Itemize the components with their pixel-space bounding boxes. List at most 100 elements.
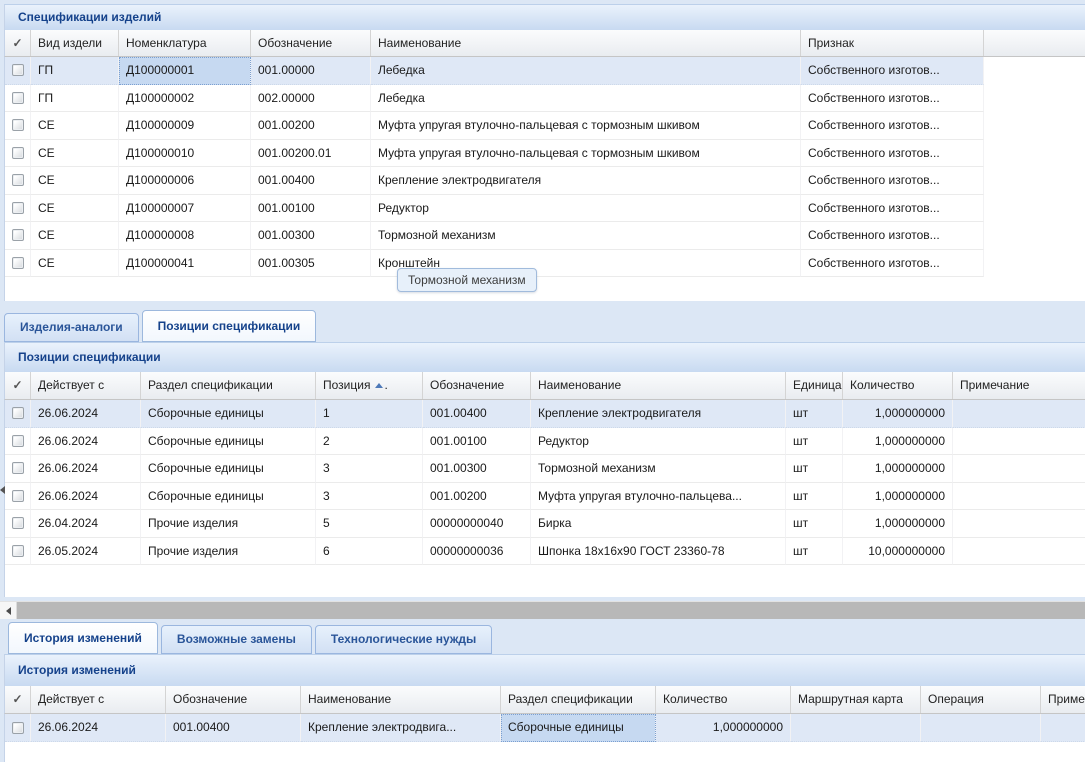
grid-cell[interactable]: 001.00300 xyxy=(251,222,371,250)
column-header-unit[interactable]: Единица xyxy=(786,372,843,399)
row-checkbox[interactable] xyxy=(12,435,24,447)
grid-cell[interactable]: Д100000041 xyxy=(119,250,251,278)
table-row[interactable]: 26.06.2024 Сборочные единицы 2 001.00100… xyxy=(5,428,1085,456)
column-header-position[interactable]: Позиция. xyxy=(316,372,423,399)
scrollbar-left-button[interactable] xyxy=(0,602,17,619)
grid-cell[interactable]: 001.00200 xyxy=(251,112,371,140)
grid-cell[interactable]: Сборочные единицы xyxy=(141,455,316,483)
grid-cell[interactable]: 1,000000000 xyxy=(656,714,791,742)
grid-cell[interactable]: Крепление электродвигателя xyxy=(531,400,786,428)
grid-cell[interactable]: Д100000010 xyxy=(119,140,251,168)
grid-cell[interactable]: ГП xyxy=(31,57,119,85)
row-checkbox[interactable] xyxy=(12,92,24,104)
select-all-column-header[interactable]: ✓ xyxy=(5,372,31,399)
column-header-name[interactable]: Наименование xyxy=(371,30,801,56)
tab-possible-replacements[interactable]: Возможные замены xyxy=(161,625,312,654)
grid-cell[interactable]: 001.00100 xyxy=(423,428,531,456)
grid-cell[interactable]: 001.00000 xyxy=(251,57,371,85)
row-checkbox[interactable] xyxy=(12,257,24,269)
grid-cell[interactable]: 001.00400 xyxy=(251,167,371,195)
column-header-spec-section[interactable]: Раздел спецификации xyxy=(501,686,656,713)
grid-cell[interactable]: СЕ xyxy=(31,250,119,278)
grid-cell[interactable]: Сборочные единицы xyxy=(141,400,316,428)
row-checkbox[interactable] xyxy=(12,462,24,474)
column-header-attribute[interactable]: Признак xyxy=(801,30,984,56)
table-row[interactable]: 26.06.2024 Сборочные единицы 3 001.00300… xyxy=(5,455,1085,483)
grid-cell[interactable]: СЕ xyxy=(31,140,119,168)
grid-cell[interactable]: Муфта упругая втулочно-пальцева... xyxy=(531,483,786,511)
grid-cell[interactable]: Редуктор xyxy=(371,195,801,223)
grid-cell[interactable]: Д100000007 xyxy=(119,195,251,223)
table-row[interactable]: СЕ Д100000009 001.00200 Муфта упругая вт… xyxy=(5,112,1085,140)
grid-cell-selected[interactable]: Сборочные единицы xyxy=(501,714,656,742)
grid-cell[interactable]: 002.00000 xyxy=(251,85,371,113)
grid-cell[interactable]: СЕ xyxy=(31,167,119,195)
column-header-quantity[interactable]: Количество xyxy=(843,372,953,399)
grid-cell[interactable]: Крепление электродвига... xyxy=(301,714,501,742)
grid-cell[interactable]: 5 xyxy=(316,510,423,538)
column-header-spec-section[interactable]: Раздел спецификации xyxy=(141,372,316,399)
row-checkbox[interactable] xyxy=(12,545,24,557)
grid-cell[interactable]: шт xyxy=(786,455,843,483)
column-header-quantity[interactable]: Количество xyxy=(656,686,791,713)
grid-cell[interactable] xyxy=(953,400,1085,428)
row-checkbox[interactable] xyxy=(12,147,24,159)
tab-analog-products[interactable]: Изделия-аналоги xyxy=(4,313,139,342)
grid-cell[interactable]: 1,000000000 xyxy=(843,483,953,511)
grid-cell[interactable]: Собственного изготов... xyxy=(801,222,984,250)
grid-cell[interactable]: шт xyxy=(786,483,843,511)
grid-cell[interactable]: шт xyxy=(786,400,843,428)
grid-cell[interactable]: 26.05.2024 xyxy=(31,538,141,566)
grid-cell[interactable]: 1,000000000 xyxy=(843,428,953,456)
grid-cell[interactable]: Собственного изготов... xyxy=(801,250,984,278)
tab-change-history[interactable]: История изменений xyxy=(8,622,158,654)
tab-technological-needs[interactable]: Технологические нужды xyxy=(315,625,492,654)
grid-cell[interactable]: Собственного изготов... xyxy=(801,140,984,168)
grid-cell[interactable]: шт xyxy=(786,428,843,456)
scrollbar-thumb[interactable] xyxy=(17,602,1085,619)
table-row[interactable]: ГП Д100000001 001.00000 Лебедка Собствен… xyxy=(5,57,1085,85)
table-row[interactable]: 26.06.2024 001.00400 Крепление электродв… xyxy=(5,714,1085,742)
grid-cell[interactable] xyxy=(953,510,1085,538)
table-row[interactable]: СЕ Д100000041 001.00305 Кронштейн Собств… xyxy=(5,250,1085,278)
grid-cell[interactable]: 00000000040 xyxy=(423,510,531,538)
grid-cell[interactable]: СЕ xyxy=(31,112,119,140)
grid-cell[interactable]: 001.00400 xyxy=(166,714,301,742)
table-row[interactable]: СЕ Д100000010 001.00200.01 Муфта упругая… xyxy=(5,140,1085,168)
grid-cell[interactable]: Собственного изготов... xyxy=(801,57,984,85)
row-checkbox[interactable] xyxy=(12,722,24,734)
grid-cell[interactable]: 001.00300 xyxy=(423,455,531,483)
splitter-collapse-icon[interactable] xyxy=(0,486,5,494)
grid-cell[interactable]: Лебедка xyxy=(371,85,801,113)
grid-cell[interactable]: 1,000000000 xyxy=(843,400,953,428)
grid-cell[interactable]: шт xyxy=(786,510,843,538)
table-row[interactable]: 26.06.2024 Сборочные единицы 1 001.00400… xyxy=(5,400,1085,428)
grid-cell[interactable]: 26.04.2024 xyxy=(31,510,141,538)
grid-cell[interactable]: СЕ xyxy=(31,195,119,223)
grid-cell[interactable]: 26.06.2024 xyxy=(31,483,141,511)
grid-cell[interactable]: 10,000000000 xyxy=(843,538,953,566)
grid-cell[interactable]: 26.06.2024 xyxy=(31,714,166,742)
grid-cell[interactable]: Тормозной механизм xyxy=(531,455,786,483)
grid-cell[interactable] xyxy=(921,714,1041,742)
grid-cell[interactable]: 3 xyxy=(316,455,423,483)
table-row[interactable]: 26.06.2024 Сборочные единицы 3 001.00200… xyxy=(5,483,1085,511)
grid-cell[interactable] xyxy=(953,428,1085,456)
grid-cell[interactable]: Крепление электродвигателя xyxy=(371,167,801,195)
horizontal-scrollbar[interactable] xyxy=(0,601,1085,618)
grid-cell[interactable]: Тормозной механизм xyxy=(371,222,801,250)
grid-cell[interactable]: Сборочные единицы xyxy=(141,428,316,456)
grid-cell[interactable]: Бирка xyxy=(531,510,786,538)
grid-cell[interactable]: 001.00100 xyxy=(251,195,371,223)
grid-cell[interactable] xyxy=(953,455,1085,483)
column-header-operation[interactable]: Операция xyxy=(921,686,1041,713)
grid-cell[interactable]: Собственного изготов... xyxy=(801,195,984,223)
row-checkbox[interactable] xyxy=(12,490,24,502)
grid-cell[interactable]: Шпонка 18x16x90 ГОСТ 23360-78 xyxy=(531,538,786,566)
grid-cell[interactable]: Д100000008 xyxy=(119,222,251,250)
grid-cell[interactable]: Д100000006 xyxy=(119,167,251,195)
table-row[interactable]: ГП Д100000002 002.00000 Лебедка Собствен… xyxy=(5,85,1085,113)
grid-cell[interactable]: 2 xyxy=(316,428,423,456)
table-row[interactable]: СЕ Д100000006 001.00400 Крепление электр… xyxy=(5,167,1085,195)
grid-cell[interactable] xyxy=(791,714,921,742)
